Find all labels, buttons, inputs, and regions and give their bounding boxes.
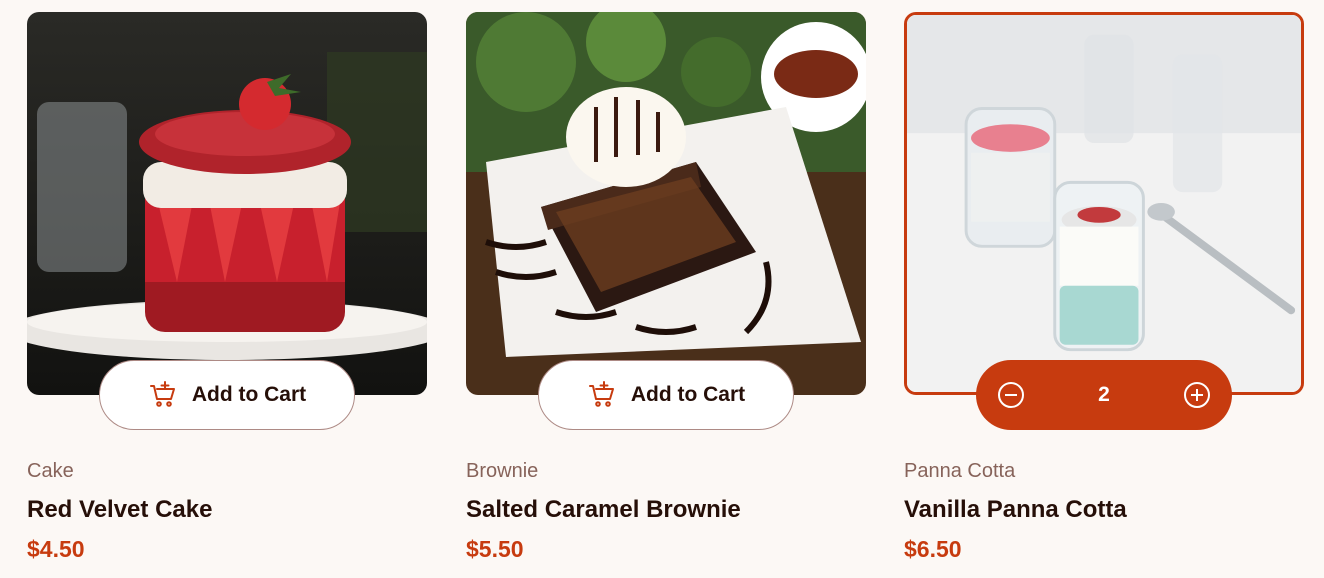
plus-circle-icon <box>1184 382 1210 408</box>
product-card: Add to Cart Cake Red Velvet Cake $4.50 <box>27 12 427 572</box>
product-image <box>466 12 866 395</box>
decrement-button[interactable] <box>996 380 1026 410</box>
product-card: Add to Cart Brownie Salted Caramel Brown… <box>466 12 866 572</box>
add-to-cart-icon <box>149 381 175 407</box>
product-price: $4.50 <box>27 536 85 562</box>
product-name: Vanilla Panna Cotta <box>904 496 1127 523</box>
minus-circle-icon <box>998 382 1024 408</box>
add-to-cart-icon <box>588 381 614 407</box>
product-price: $6.50 <box>904 536 962 562</box>
product-category: Panna Cotta <box>904 460 1016 482</box>
product-category: Brownie <box>466 460 539 482</box>
product-category: Cake <box>27 460 74 482</box>
add-to-cart-label: Add to Cart <box>630 383 746 406</box>
add-to-cart-button[interactable]: Add to Cart <box>538 360 794 430</box>
product-image <box>904 12 1304 395</box>
product-price: $5.50 <box>466 536 524 562</box>
product-name: Salted Caramel Brownie <box>466 496 741 523</box>
product-card-selected: 2 Panna Cotta Vanilla Panna Cotta $6.50 <box>904 12 1304 572</box>
quantity-stepper: 2 <box>976 360 1232 430</box>
add-to-cart-button[interactable]: Add to Cart <box>99 360 355 430</box>
add-to-cart-label: Add to Cart <box>191 383 307 406</box>
product-name: Red Velvet Cake <box>27 496 213 523</box>
quantity-value: 2 <box>1098 383 1110 406</box>
increment-button[interactable] <box>1182 380 1212 410</box>
product-image <box>27 12 427 395</box>
